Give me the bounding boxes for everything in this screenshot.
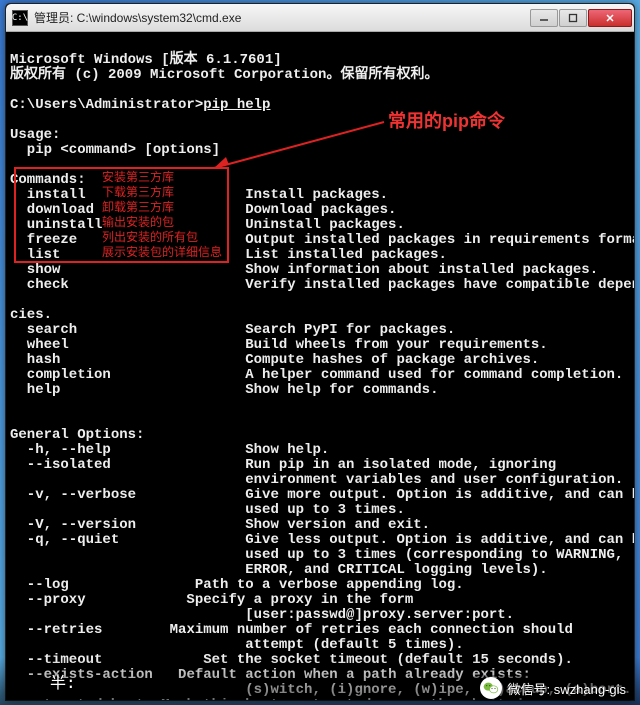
command-row: freeze Output installed packages in requ…	[10, 232, 634, 248]
option-row: --timeout Set the socket timeout (defaul…	[10, 652, 573, 668]
cmd-window: C:\ 管理员: C:\windows\system32\cmd.exe Mic…	[5, 3, 635, 701]
option-row: -q, --quiet Give less output. Option is …	[10, 532, 634, 548]
maximize-button[interactable]	[559, 9, 587, 27]
option-row: -v, --verbose Give more output. Option i…	[10, 487, 634, 503]
annotation-title: 常用的pip命令	[388, 114, 505, 129]
console-area[interactable]: Microsoft Windows [版本 6.1.7601] 版权所有 (c)…	[6, 32, 634, 700]
option-row: [user:passwd@]proxy.server:port.	[10, 607, 514, 623]
titlebar[interactable]: C:\ 管理员: C:\windows\system32\cmd.exe	[6, 4, 634, 32]
commands-heading: Commands:	[10, 172, 86, 188]
option-row: --log Path to a verbose appending log.	[10, 577, 464, 593]
option-row: used up to 3 times.	[10, 502, 405, 518]
option-row: --trusted-host Mark this host as trusted…	[10, 697, 548, 700]
command-row: help Show help for commands.	[10, 382, 438, 398]
command-row: completion A helper command used for com…	[10, 367, 623, 383]
prompt-command: pip help	[203, 97, 270, 113]
command-row: show Show information about installed pa…	[10, 262, 598, 278]
command-row: wheel Build wheels from your requirement…	[10, 337, 548, 353]
option-row: -h, --help Show help.	[10, 442, 329, 458]
header-line: Microsoft Windows [版本 6.1.7601]	[10, 52, 282, 68]
command-row: search Search PyPI for packages.	[10, 322, 455, 338]
command-row: install Install packages.	[10, 187, 388, 203]
annotation-text: 安装第三方库	[102, 170, 174, 185]
header-line: 版权所有 (c) 2009 Microsoft Corporation。保留所有…	[10, 67, 438, 83]
annotation-arrow	[202, 116, 392, 176]
option-row: environment variables and user configura…	[10, 472, 623, 488]
option-row: used up to 3 times (corresponding to WAR…	[10, 547, 623, 563]
option-row: --retries Maximum number of retries each…	[10, 622, 573, 638]
close-button[interactable]	[588, 9, 632, 27]
option-row: ERROR, and CRITICAL logging levels).	[10, 562, 548, 578]
prompt-path: C:\Users\Administrator>	[10, 97, 203, 113]
window-title: 管理员: C:\windows\system32\cmd.exe	[34, 9, 530, 26]
command-row: download Download packages.	[10, 202, 396, 218]
cmd-icon: C:\	[12, 10, 28, 26]
command-tail: cies.	[10, 307, 52, 323]
option-row: attempt (default 5 times).	[10, 637, 464, 653]
usage-heading: Usage:	[10, 127, 60, 143]
usage-line: pip <command> [options]	[10, 142, 220, 158]
minimize-button[interactable]	[530, 9, 558, 27]
command-row: hash Compute hashes of package archives.	[10, 352, 539, 368]
option-row: --exists-action Default action when a pa…	[10, 667, 531, 683]
option-row: (s)witch, (i)gnore, (w)ipe, (b)ackup, (a…	[10, 682, 632, 698]
option-row: --proxy Specify a proxy in the form	[10, 592, 413, 608]
option-row: --isolated Run pip in an isolated mode, …	[10, 457, 556, 473]
command-row: uninstall Uninstall packages.	[10, 217, 405, 233]
option-row: -V, --version Show version and exit.	[10, 517, 430, 533]
command-row: check Verify installed packages have com…	[10, 277, 634, 293]
command-row: list List installed packages.	[10, 247, 447, 263]
general-heading: General Options:	[10, 427, 144, 443]
